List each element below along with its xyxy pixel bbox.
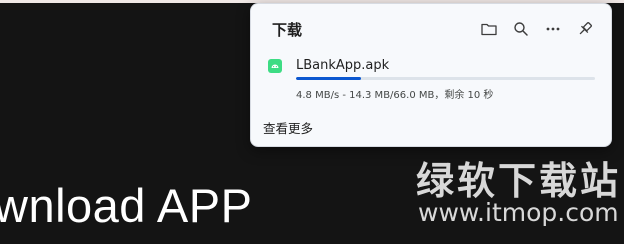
search-button[interactable] xyxy=(510,18,532,40)
watermark-url: www.itmop.com xyxy=(418,198,619,227)
search-icon xyxy=(514,22,528,36)
panel-title: 下载 xyxy=(272,21,303,39)
progress-bar xyxy=(296,77,595,80)
more-icon xyxy=(546,27,560,31)
progress-status: 4.8 MB/s - 14.3 MB/66.0 MB，剩余 10 秒 xyxy=(296,90,494,101)
pin-icon xyxy=(579,22,592,35)
page-heading: wnload APP xyxy=(0,179,253,232)
progress-bar-fill xyxy=(296,77,361,80)
pin-button[interactable] xyxy=(574,18,596,40)
watermark-site-name: 绿软下载站 xyxy=(416,159,622,203)
downloads-panel: 下载 LBankApp.apk 4.8 MB/s - 14.3 MB/66.0 … xyxy=(250,3,612,147)
show-more-link[interactable]: 查看更多 xyxy=(263,118,313,137)
more-options-button[interactable] xyxy=(542,18,564,40)
android-icon xyxy=(268,59,282,73)
folder-icon xyxy=(481,23,497,36)
file-name[interactable]: LBankApp.apk xyxy=(296,58,389,73)
open-folder-button[interactable] xyxy=(478,18,500,40)
